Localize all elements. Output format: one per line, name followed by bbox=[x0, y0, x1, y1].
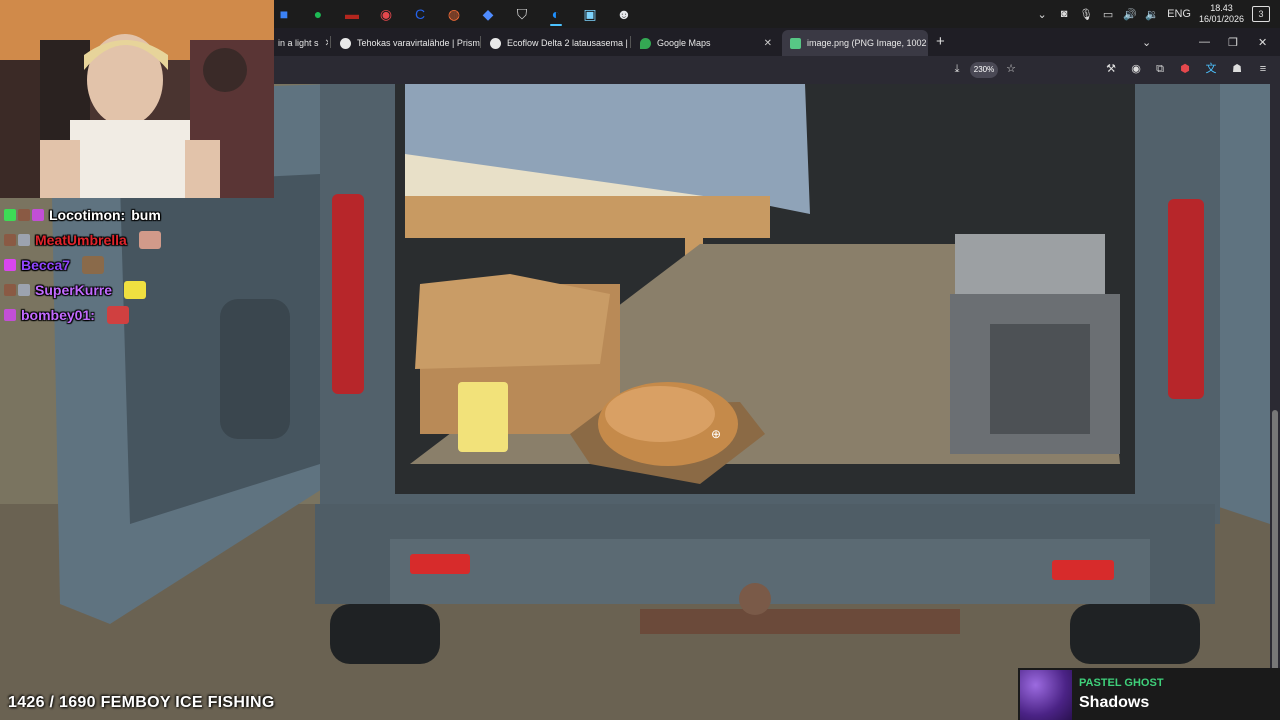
tab-light[interactable]: in a light s ✕ bbox=[270, 30, 328, 56]
tab-title: Google Maps bbox=[657, 38, 711, 48]
prisma-favicon-icon bbox=[340, 37, 351, 49]
tab-title: Tehokas varavirtalähde | Prisma bbox=[357, 38, 480, 48]
tab-ecoflow[interactable]: Ecoflow Delta 2 latausasema | P ✕ bbox=[482, 30, 630, 56]
firefox-icon[interactable]: ◍ bbox=[440, 0, 468, 28]
now-playing-title: Shadows bbox=[1079, 694, 1150, 711]
maximize-button[interactable]: ❐ bbox=[1228, 28, 1238, 56]
chat-message: bombey01: bbox=[4, 302, 274, 327]
chat-badge-icon bbox=[18, 283, 30, 296]
incognito-icon[interactable]: ☗ bbox=[1230, 62, 1244, 76]
chat-badge-icon bbox=[4, 283, 16, 296]
reddit-style-icon[interactable]: ☻ bbox=[610, 0, 638, 28]
scrollbar-thumb[interactable] bbox=[1272, 410, 1278, 700]
chat-message: SuperKurre bbox=[4, 277, 274, 302]
close-icon[interactable]: ✕ bbox=[764, 38, 772, 49]
translate-icon[interactable]: 文 bbox=[1204, 62, 1218, 76]
now-playing-widget: PASTEL GHOST Shadows bbox=[1018, 668, 1280, 720]
chat-message: Locotimon: bum bbox=[4, 202, 274, 227]
app-diamond-icon[interactable]: ◆ bbox=[474, 0, 502, 28]
app-cube-icon[interactable]: ▣ bbox=[576, 0, 604, 28]
tools-icon[interactable]: ⚒ bbox=[1104, 62, 1118, 76]
chat-text: bum bbox=[131, 206, 161, 223]
chat-badge-icon bbox=[18, 233, 30, 246]
tab-title: in a light s bbox=[278, 38, 319, 48]
shield-app-icon[interactable]: ⛉ bbox=[508, 0, 536, 28]
account-icon[interactable]: ◉ bbox=[1129, 62, 1143, 76]
tab-title: Ecoflow Delta 2 latausasema | P bbox=[507, 38, 630, 48]
chat-emote-icon bbox=[82, 255, 105, 274]
chat-username[interactable]: Locotimon: bbox=[49, 207, 125, 223]
chat-message: MeatUmbrella bbox=[4, 227, 274, 252]
camera-icon[interactable]: ◙ bbox=[1057, 8, 1071, 20]
chat-message: Becca7 bbox=[4, 252, 274, 277]
chat-emote-icon bbox=[138, 230, 161, 249]
menu-icon[interactable]: ≡ bbox=[1256, 62, 1270, 76]
streamer-webcam bbox=[0, 0, 274, 198]
bookmark-star-icon[interactable]: ☆ bbox=[1004, 62, 1018, 76]
chat-badge-icon bbox=[4, 258, 16, 271]
obs-icon[interactable]: ◉ bbox=[372, 0, 400, 28]
chat-badge-icon bbox=[18, 208, 30, 221]
chat-badge-icon bbox=[4, 308, 16, 321]
tab-google-maps[interactable]: Google Maps ✕ bbox=[632, 30, 780, 56]
chat-emote-icon bbox=[124, 280, 147, 299]
speaker-icon[interactable]: 🔊 bbox=[1123, 8, 1137, 21]
network-icon[interactable]: ▭ bbox=[1101, 8, 1115, 21]
taskbar-apps: ■ ● ▬ ◉ C ◍ ◆ ⛉ ◐ ▣ ☻ bbox=[270, 0, 638, 28]
image-favicon-icon bbox=[790, 37, 801, 49]
browser-blue-icon[interactable]: ◐ bbox=[542, 0, 570, 28]
speaker-icon[interactable]: 🔉 bbox=[1145, 8, 1159, 21]
chat-username[interactable]: MeatUmbrella bbox=[35, 232, 127, 248]
stream-screen: ■ ● ▬ ◉ C ◍ ◆ ⛉ ◐ ▣ ☻ ⌄ ◙ 🎙 ▭ 🔊 🔉 ENG 18.43 16/01/… bbox=[0, 0, 1280, 720]
window-close-button[interactable]: ✕ bbox=[1258, 28, 1267, 56]
chat-emote-icon bbox=[106, 305, 129, 324]
language-indicator[interactable]: ENG bbox=[1167, 8, 1191, 20]
prisma-favicon-icon bbox=[490, 37, 501, 49]
spotify-icon[interactable]: ● bbox=[304, 0, 332, 28]
chat-badge-icon bbox=[4, 233, 16, 246]
tab-image[interactable]: image.png (PNG Image, 1002 × ✕ bbox=[782, 30, 928, 56]
notification-badge[interactable]: 3 bbox=[1252, 6, 1270, 22]
system-tray: ⌄ ◙ 🎙 ▭ 🔊 🔉 ENG 18.43 16/01/2026 3 bbox=[1035, 0, 1280, 28]
clock-time: 18.43 bbox=[1210, 3, 1233, 13]
stream-goal-counter: 1426 / 1690 FEMBOY ICE FISHING bbox=[8, 694, 275, 711]
new-tab-button[interactable]: + bbox=[936, 33, 945, 50]
chat-username[interactable]: SuperKurre bbox=[35, 282, 112, 298]
close-icon[interactable]: ✕ bbox=[325, 38, 328, 49]
chat-app-icon[interactable]: ■ bbox=[270, 0, 298, 28]
tab-prisma[interactable]: Tehokas varavirtalähde | Prisma ✕ bbox=[332, 30, 480, 56]
tab-list-button[interactable]: ⌄ bbox=[1142, 28, 1151, 56]
chat-badge-icon bbox=[32, 208, 44, 221]
clock-date: 16/01/2026 bbox=[1198, 14, 1244, 24]
webcam-overlay bbox=[0, 0, 274, 198]
chat-username[interactable]: Becca7 bbox=[21, 257, 70, 273]
zoom-cursor-icon: ⊕ bbox=[711, 427, 722, 441]
clock[interactable]: 18.43 16/01/2026 bbox=[1199, 3, 1244, 25]
tab-title: image.png (PNG Image, 1002 × bbox=[807, 38, 928, 48]
microphone-icon[interactable]: 🎙 bbox=[1079, 8, 1093, 21]
now-playing-artist: PASTEL GHOST bbox=[1079, 677, 1164, 689]
ccleaner-icon[interactable]: C bbox=[406, 0, 434, 28]
album-art bbox=[1020, 670, 1072, 720]
map-pin-icon bbox=[640, 37, 651, 49]
chat-badge-icon bbox=[4, 208, 16, 221]
zoom-indicator[interactable]: 230% bbox=[970, 62, 998, 78]
minimize-button[interactable]: — bbox=[1199, 28, 1210, 56]
extensions-icon[interactable]: ⧉ bbox=[1153, 62, 1167, 76]
ublock-icon[interactable]: ⬢ bbox=[1178, 62, 1192, 76]
download-icon[interactable]: ⤓ bbox=[950, 62, 964, 76]
chat-overlay: Locotimon: bum MeatUmbrella Becca7 SuperKurr… bbox=[4, 202, 274, 327]
chat-username[interactable]: bombey01: bbox=[21, 307, 95, 323]
chevron-up-icon[interactable]: ⌄ bbox=[1035, 8, 1049, 21]
voicemeeter-icon[interactable]: ▬ bbox=[338, 0, 366, 28]
